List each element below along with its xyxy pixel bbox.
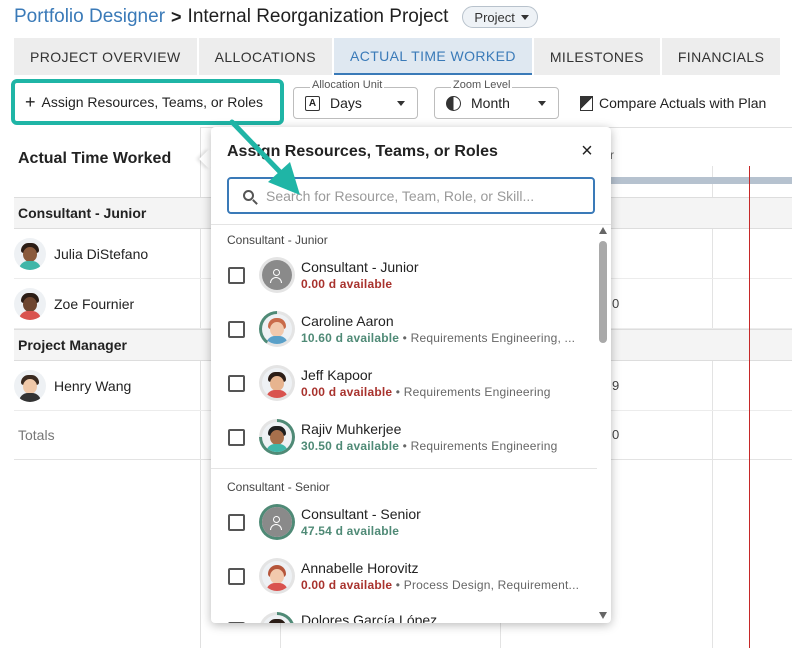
tab-project-overview[interactable]: PROJECT OVERVIEW — [14, 38, 197, 75]
chevron-down-icon — [397, 100, 405, 106]
plus-icon: + — [25, 92, 36, 112]
person-name: Zoe Fournier — [54, 295, 135, 312]
item-name: Caroline Aaron — [301, 313, 394, 329]
availability: 0.00 d available — [301, 385, 393, 399]
totals-label: Totals — [18, 426, 55, 443]
compare-icon — [580, 95, 593, 111]
person-name: Julia DiStefano — [54, 245, 149, 262]
list-item[interactable]: Dolores García López — [211, 603, 597, 623]
item-checkbox[interactable] — [228, 374, 245, 392]
item-checkbox[interactable] — [228, 320, 245, 338]
allocation-unit-label: Allocation Unit — [310, 79, 385, 91]
person-name: Henry Wang — [54, 377, 132, 394]
breadcrumb: Portfolio Designer > Internal Reorganiza… — [14, 4, 538, 30]
item-name: Consultant - Junior — [301, 259, 419, 275]
project-type-label: Project — [474, 9, 515, 25]
avatar — [259, 612, 295, 623]
availability: 0.00 d available — [301, 277, 393, 291]
list-item[interactable]: Consultant - Senior 47.54 d available — [211, 495, 597, 549]
group-label: Consultant - Senior — [227, 480, 330, 494]
item-name: Dolores García López — [301, 612, 438, 623]
search-field[interactable] — [227, 177, 595, 214]
compare-actuals-button[interactable]: Compare Actuals with Plan — [580, 93, 766, 113]
assign-resources-popup: Assign Resources, Teams, or Roles × Cons… — [211, 127, 611, 623]
totals-value: 0 — [612, 427, 620, 442]
scrollbar-thumb[interactable] — [599, 241, 607, 343]
availability: 0.00 d available — [301, 578, 393, 592]
avatar — [14, 369, 46, 402]
today-marker-line — [749, 166, 750, 648]
allocation-unit-select[interactable]: Allocation Unit A Days — [293, 79, 418, 119]
tab-allocations[interactable]: ALLOCATIONS — [198, 38, 332, 75]
avatar — [259, 558, 295, 594]
tab-financials[interactable]: FINANCIALS — [661, 38, 781, 75]
row-value: 9 — [612, 378, 620, 393]
list-scrollbar[interactable] — [598, 227, 608, 619]
tab-milestones[interactable]: MILESTONES — [533, 38, 660, 75]
list-item[interactable]: Consultant - Junior 0.00 d available — [211, 248, 597, 302]
person-icon — [262, 507, 292, 537]
zoom-level-value: Month — [471, 95, 510, 111]
skills: • Requirements Engineering, ... — [399, 331, 576, 345]
avatar — [14, 287, 46, 320]
project-type-dropdown[interactable]: Project — [462, 6, 538, 28]
item-checkbox[interactable] — [228, 513, 245, 531]
search-input[interactable] — [266, 187, 566, 204]
close-icon[interactable]: × — [577, 141, 597, 161]
tab-bar: PROJECT OVERVIEW ALLOCATIONS ACTUAL TIME… — [14, 38, 792, 75]
allocation-unit-value: Days — [330, 95, 362, 111]
item-name: Annabelle Horovitz — [301, 560, 419, 576]
page-title: Internal Reorganization Project — [187, 6, 449, 27]
skills: • Requirements Engineering — [399, 439, 558, 453]
search-icon — [243, 190, 254, 201]
zoom-level-select[interactable]: Zoom Level Month — [434, 79, 559, 119]
list-item[interactable]: Rajiv Muhkerjee 30.50 d available • Requ… — [211, 410, 597, 464]
timeline-bar — [610, 177, 792, 184]
breadcrumb-separator: > — [171, 6, 182, 27]
item-name: Rajiv Muhkerjee — [301, 421, 402, 437]
skills: • Requirements Engineering — [392, 385, 551, 399]
avatar — [14, 237, 46, 270]
avatar — [259, 419, 295, 455]
chevron-down-icon — [538, 100, 546, 106]
role-avatar — [259, 504, 295, 540]
skills: • Process Design, Requirement... — [392, 578, 580, 592]
availability: 47.54 d available — [301, 524, 400, 538]
compare-actuals-label: Compare Actuals with Plan — [599, 95, 767, 111]
assign-resources-label: Assign Resources, Teams, or Roles — [41, 94, 264, 110]
avatar — [259, 311, 295, 347]
list-item[interactable]: Caroline Aaron 10.60 d available • Requi… — [211, 302, 597, 356]
popup-title: Assign Resources, Teams, or Roles — [227, 143, 498, 160]
grid-title: Actual Time Worked — [18, 150, 172, 167]
list-item[interactable]: Jeff Kapoor 0.00 d available • Requireme… — [211, 356, 597, 410]
item-checkbox[interactable] — [228, 567, 245, 585]
chevron-down-icon — [520, 14, 529, 20]
item-name: Jeff Kapoor — [301, 367, 373, 383]
zoom-icon — [446, 95, 461, 111]
availability: 30.50 d available — [301, 439, 400, 453]
calendar-icon: A — [305, 95, 320, 111]
row-value: 0 — [612, 296, 620, 311]
item-checkbox[interactable] — [228, 428, 245, 446]
group-label: Consultant - Junior — [227, 233, 328, 247]
list-item[interactable]: Annabelle Horovitz 0.00 d available • Pr… — [211, 549, 597, 603]
scroll-up-icon[interactable] — [599, 227, 607, 234]
divider — [211, 468, 597, 469]
resource-list[interactable]: Consultant - Junior Consultant - Junior … — [211, 225, 597, 623]
zoom-level-label: Zoom Level — [451, 79, 513, 91]
scroll-down-icon[interactable] — [599, 612, 607, 619]
item-name: Consultant - Senior — [301, 506, 421, 522]
avatar — [259, 365, 295, 401]
tab-actual-time-worked[interactable]: ACTUAL TIME WORKED — [333, 38, 532, 75]
person-icon — [262, 260, 292, 290]
item-checkbox[interactable] — [228, 266, 245, 284]
role-avatar — [259, 257, 295, 293]
assign-resources-button[interactable]: + Assign Resources, Teams, or Roles — [11, 79, 284, 125]
breadcrumb-app-link[interactable]: Portfolio Designer — [14, 6, 165, 28]
availability: 10.60 d available — [301, 331, 400, 345]
item-checkbox[interactable] — [228, 621, 245, 623]
